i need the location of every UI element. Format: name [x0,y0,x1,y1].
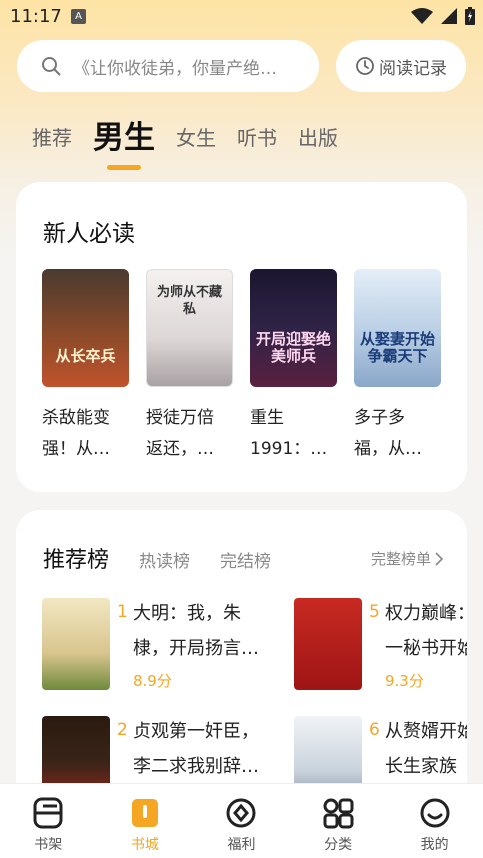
nav-profile[interactable]: 我的 [386,784,483,858]
nav-label: 书城 [130,837,159,853]
book-item[interactable]: 从长卒兵 杀敌能变 强！从… [42,269,129,465]
status-bar: 11:17 A [0,0,483,32]
book-title: 从赘婿开始 长生家族 [385,721,467,777]
category-tabs: 推荐 男生 女生 听书 出版 [32,110,359,170]
book-cover: 从长卒兵 [42,269,129,387]
tab-hot-rank[interactable]: 热读榜 [139,547,190,572]
book-cover: 从娶妻开始争霸天下 [354,269,441,387]
book-cover-title: 开局迎娶绝美师兵 [255,330,331,365]
chevron-right-icon [435,551,443,566]
full-ranking-label: 完整榜单 [370,550,431,568]
search-bar[interactable]: 《让你收徒弟，你量产绝世大帝》 [17,40,319,92]
rank-number: 6 [369,720,380,740]
tab-male[interactable]: 男生 [93,116,155,170]
book-title: 杀敌能变 强！从… [42,408,110,459]
nav-label: 福利 [227,837,256,853]
tab-male-label: 男生 [93,120,155,156]
nav-welfare[interactable]: 福利 [193,784,290,858]
welfare-icon [226,798,256,828]
book-item[interactable]: 开局迎娶绝美师兵 重生 1991：… [250,269,337,465]
book-item[interactable]: 从娶妻开始争霸天下 多子多 福，从… [354,269,441,465]
book-score: 8.9分 [133,672,172,690]
book-cover: 开局迎娶绝美师兵 [250,269,337,387]
signal-icon [441,8,457,24]
search-icon [42,57,61,76]
ranking-card: 推荐榜 热读榜 完结榜 完整榜单 1 大明：我，朱 棣，开局扬言… 8.9分 5 … [16,510,467,830]
book-cover-title: 为师从不藏私 [156,285,222,317]
nav-label: 我的 [420,837,449,853]
bookshelf-icon [33,797,63,829]
book-cover [42,598,110,690]
book-title: 大明：我，朱 棣，开局扬言… [133,603,259,659]
reading-history-button[interactable]: 阅读记录 [336,40,466,92]
nav-category[interactable]: 分类 [290,784,387,858]
reading-history-label: 阅读记录 [379,58,447,79]
rank-number: 1 [117,602,128,622]
ranking-item[interactable]: 5 权力巅峰： 一秘书开始 9.3分 [294,598,467,693]
notification-icon: A [71,9,86,24]
battery-icon [465,7,475,25]
book-cover: 为师从不藏私 [146,269,233,387]
book-item[interactable]: 为师从不藏私 授徒万倍 返还，… [146,269,233,465]
tab-audiobook[interactable]: 听书 [237,116,277,160]
nav-bookstore[interactable]: 书城 [97,784,194,858]
tab-completed-rank[interactable]: 完结榜 [220,547,271,572]
ranking-item[interactable]: 1 大明：我，朱 棣，开局扬言… 8.9分 [42,598,259,693]
full-ranking-link[interactable]: 完整榜单 [371,548,443,569]
book-title: 权力巅峰： 一秘书开始 [385,603,467,659]
rank-number: 2 [117,720,128,740]
tab-female[interactable]: 女生 [176,116,216,160]
clock-icon [356,57,374,75]
status-time: 11:17 [10,6,62,27]
book-title: 多子多 福，从… [354,408,422,459]
nav-bookshelf[interactable]: 书架 [0,784,97,858]
wifi-icon [411,8,433,24]
book-cover-title: 从长卒兵 [55,347,116,365]
tab-publish[interactable]: 出版 [298,116,338,160]
new-reader-book-list: 从长卒兵 杀敌能变 强！从… 为师从不藏私 授徒万倍 返还，… 开局迎娶绝美师兵 重… [42,269,441,465]
rank-number: 5 [369,602,380,622]
book-score: 9.3分 [385,672,424,690]
new-reader-card: 新人必读 从长卒兵 杀敌能变 强！从… 为师从不藏私 授徒万倍 返还，… 开局迎娶绝… [16,182,467,492]
tab-active-indicator [107,165,141,170]
tab-recommend[interactable]: 推荐 [32,116,72,160]
nav-label: 分类 [324,837,353,853]
system-icons [411,7,475,25]
category-icon [323,798,354,829]
tab-recommend-rank[interactable]: 推荐榜 [43,542,109,574]
nav-label: 书架 [34,837,63,853]
bookstore-icon [131,799,158,827]
bottom-navigation: 书架 书城 福利 分类 我的 [0,783,483,858]
ranking-tabs: 推荐榜 热读榜 完结榜 [43,542,271,574]
new-reader-title: 新人必读 [43,221,135,247]
book-cover-title: 从娶妻开始争霸天下 [359,330,435,365]
book-title: 授徒万倍 返还，… [146,408,214,459]
search-placeholder: 《让你收徒弟，你量产绝世大帝》 [73,58,288,79]
book-cover [294,598,362,690]
profile-icon [420,798,450,828]
book-title: 贞观第一奸臣， 李二求我别辞… [133,721,259,777]
book-title: 重生 1991：… [250,408,328,459]
